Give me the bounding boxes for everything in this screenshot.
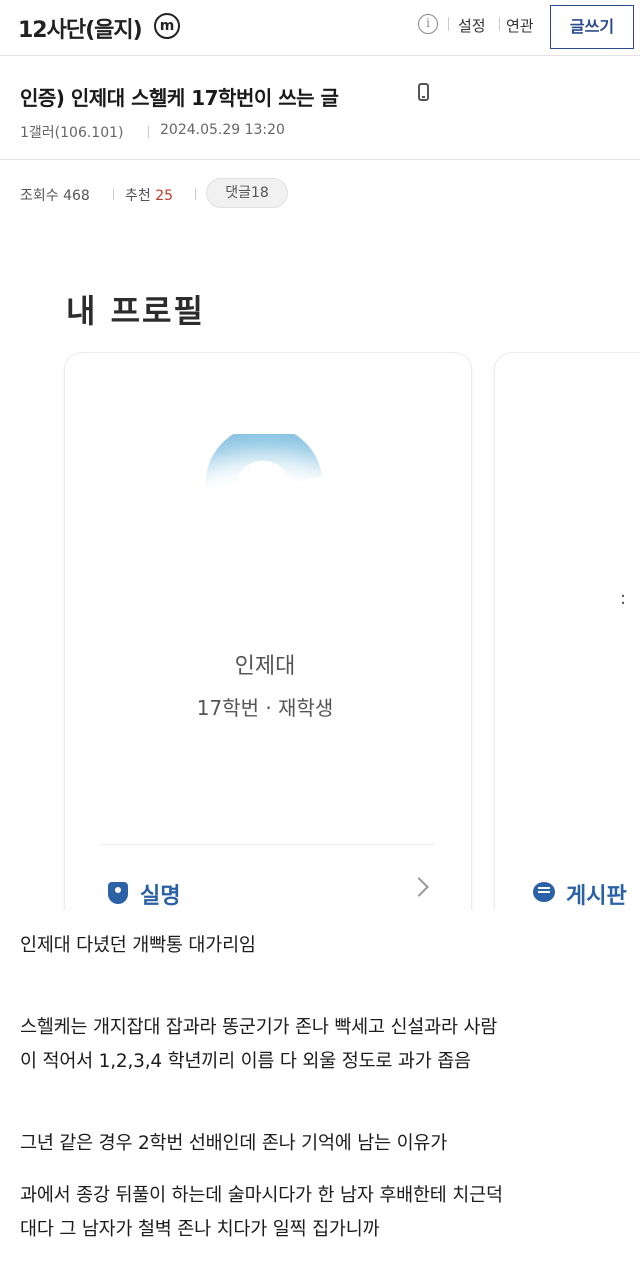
- write-button[interactable]: 글쓰기: [550, 5, 634, 49]
- post-header: 인증) 인제대 스헬케 17학번이 쓰는 글 1갤러(106.101) 2024…: [0, 56, 640, 160]
- comment-value: 18: [250, 185, 269, 201]
- mobile-icon: [418, 83, 429, 101]
- recommend-count: 추천 25: [125, 185, 173, 205]
- card-colon: :: [620, 588, 627, 609]
- body-paragraph: 과에서 종강 뒤풀이 하는데 술마시다가 한 남자 후배한테 치근덕: [20, 1185, 503, 1206]
- profile-grade: 17학번 · 재학생: [196, 696, 334, 720]
- blurred-avatar: [150, 482, 380, 632]
- gallery-title[interactable]: 12사단(을지): [18, 12, 143, 44]
- recommend-label: 추천: [125, 188, 151, 204]
- comment-label: 댓글: [225, 185, 251, 201]
- body-paragraph: 인제대 다녔던 개빡통 대가리임: [20, 935, 256, 956]
- divider: [100, 844, 434, 845]
- divider: [499, 17, 500, 31]
- divider: [195, 188, 196, 200]
- comment-count-button[interactable]: 댓글18: [206, 178, 288, 208]
- info-icon[interactable]: i: [418, 14, 438, 34]
- post-author[interactable]: 1갤러(106.101): [20, 122, 124, 142]
- board-card: [494, 352, 640, 910]
- view-count-value: 468: [63, 188, 90, 204]
- profile-university: 인제대: [234, 654, 296, 679]
- recommend-value: 25: [155, 188, 174, 204]
- related-link[interactable]: 연관: [506, 15, 534, 36]
- body-paragraph: 이 적어서 1,2,3,4 학년끼리 이름 다 외울 정도로 과가 좁음: [20, 1051, 471, 1072]
- view-count: 조회수 468: [20, 185, 90, 205]
- divider: [148, 126, 149, 138]
- minor-gallery-icon: m: [154, 13, 180, 39]
- profile-heading: 내 프로필: [66, 292, 205, 330]
- divider: [113, 188, 114, 200]
- body-paragraph: 대다 그 남자가 철벽 존나 치다가 일찍 집가니까: [20, 1219, 380, 1240]
- post-stats: 조회수 468 추천 25 댓글18: [0, 160, 640, 216]
- body-paragraph: 그년 같은 경우 2학번 선배인데 존나 기억에 남는 이유가: [20, 1133, 448, 1154]
- attached-image: 내 프로필 인제대 17학번 · 재학생 실명 게시판 :: [0, 216, 640, 910]
- shield-icon: [108, 882, 128, 904]
- top-bar: 12사단(을지) m i 설정 연관 글쓰기: [0, 0, 640, 56]
- post-title: 인증) 인제대 스헬케 17학번이 쓰는 글: [20, 86, 339, 110]
- divider: [448, 17, 449, 31]
- board-label: 게시판: [566, 884, 627, 909]
- settings-link[interactable]: 설정: [458, 15, 486, 36]
- view-count-label: 조회수: [20, 188, 59, 204]
- chat-icon: [533, 882, 555, 902]
- body-paragraph: 스헬케는 개지잡대 잡과라 똥군기가 존나 빡세고 신설과라 사람: [20, 1017, 498, 1038]
- verified-label: 실명: [140, 884, 181, 909]
- post-date: 2024.05.29 13:20: [160, 122, 285, 138]
